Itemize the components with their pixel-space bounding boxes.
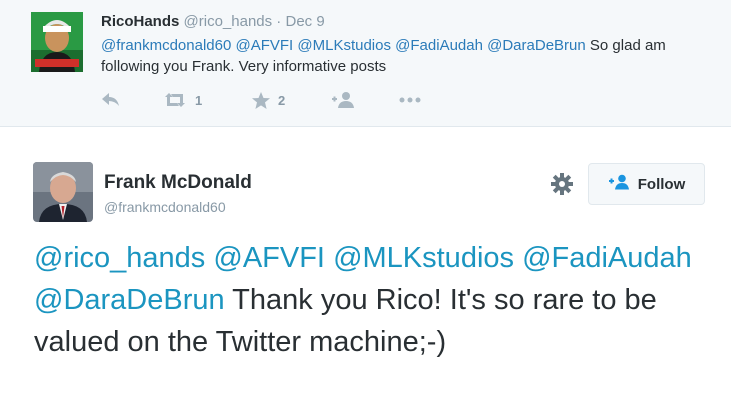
main-display-name[interactable]: Frank McDonald: [104, 172, 252, 194]
more-icon: [399, 97, 421, 103]
main-handle[interactable]: @frankmcdonald60: [104, 199, 226, 215]
ricohands-avatar[interactable]: [31, 12, 83, 72]
follow-icon: [331, 91, 355, 109]
retweet-count: 1: [195, 92, 203, 108]
retweet-icon: [163, 92, 187, 108]
more-action[interactable]: [399, 88, 421, 112]
reply-action[interactable]: [101, 88, 121, 112]
reply-separator: ·: [272, 13, 286, 30]
favorite-icon: [252, 91, 270, 109]
retweet-action[interactable]: 1: [163, 88, 202, 112]
mention-link[interactable]: @MLKstudios: [333, 242, 514, 274]
reply-handle[interactable]: @rico_hands: [184, 13, 273, 30]
mention-link[interactable]: @MLKstudios: [297, 37, 391, 54]
reply-author-line: RicoHands @rico_hands · Dec 9: [101, 13, 325, 30]
mention-link[interactable]: @DaraDeBrun: [487, 37, 586, 54]
follow-button[interactable]: Follow: [588, 163, 705, 205]
mention-link[interactable]: @rico_hands: [34, 242, 205, 274]
reply-text: @frankmcdonald60 @AFVFI @MLKstudios @Fad…: [101, 35, 701, 77]
gear-icon[interactable]: [550, 172, 574, 196]
mention-link[interactable]: @AFVFI: [235, 37, 293, 54]
mention-link[interactable]: @FadiAudah: [522, 242, 692, 274]
favorite-action[interactable]: 2: [252, 88, 285, 112]
mention-link[interactable]: @FadiAudah: [395, 37, 483, 54]
reply-display-name[interactable]: RicoHands: [101, 13, 179, 30]
follow-action[interactable]: [331, 88, 355, 112]
follow-icon: [608, 174, 638, 194]
main-tweet-text: @rico_hands @AFVFI @MLKstudios @FadiAuda…: [34, 237, 714, 363]
reply-date[interactable]: Dec 9: [285, 13, 324, 30]
mention-link[interactable]: @AFVFI: [213, 242, 325, 274]
reply-tweet: RicoHands @rico_hands · Dec 9 @frankmcdo…: [0, 0, 731, 127]
favorite-count: 2: [278, 92, 286, 108]
reply-icon: [101, 92, 121, 108]
frankmcdonald-avatar[interactable]: [33, 162, 93, 222]
follow-button-label: Follow: [637, 175, 686, 193]
mention-link[interactable]: @DaraDeBrun: [34, 284, 225, 316]
mention-link[interactable]: @frankmcdonald60: [101, 37, 231, 54]
